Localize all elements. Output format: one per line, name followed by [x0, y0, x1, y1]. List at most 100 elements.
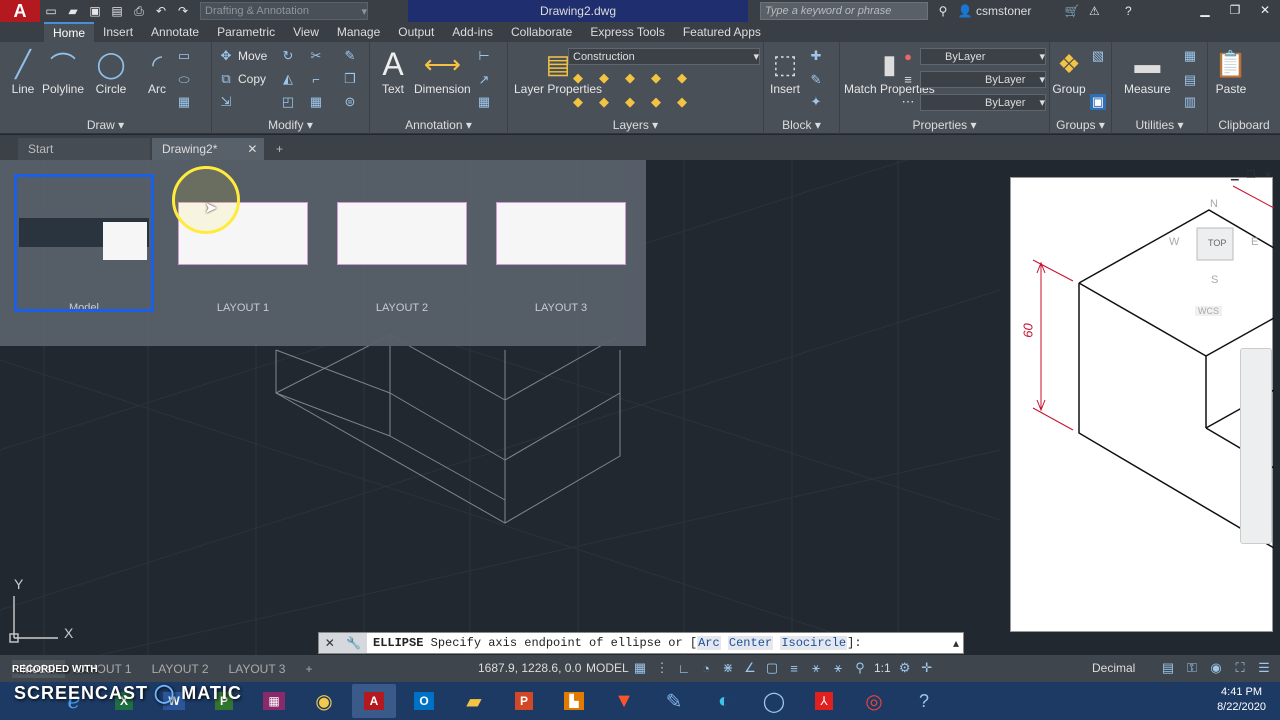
new-file-icon[interactable]: ▭ — [42, 3, 60, 19]
layer-match-icon[interactable]: ◆ — [674, 70, 690, 86]
option-center[interactable]: Center — [727, 636, 774, 650]
save-icon[interactable]: ▣ — [86, 3, 104, 19]
thumb-layout2[interactable]: LAYOUT 2 — [334, 176, 470, 314]
tab-start[interactable]: Start — [18, 138, 150, 160]
command-history-icon[interactable]: ▴ — [953, 636, 963, 650]
annotation-visibility-icon[interactable]: ⚹ — [808, 658, 824, 678]
annotation-scale-value[interactable]: 1:1 — [874, 658, 891, 678]
command-line[interactable]: ✕ 🔧 ELLIPSE Specify axis endpoint of elli… — [318, 632, 964, 654]
thumb-layout3[interactable]: LAYOUT 3 — [493, 176, 629, 314]
wrench-icon[interactable]: 🔧 — [346, 636, 361, 650]
taskbar-autocad-icon[interactable]: A — [352, 684, 396, 718]
tab-drawing2[interactable]: Drawing2* ✕ — [152, 138, 264, 160]
layer-unlock-icon[interactable]: ◆ — [622, 94, 638, 110]
scale-button[interactable]: ◰ — [280, 94, 296, 110]
layer-thaw-icon[interactable]: ◆ — [596, 94, 612, 110]
minimize-icon[interactable]: ▁ — [1231, 170, 1239, 181]
isolate-objects-icon[interactable]: ◉ — [1208, 658, 1224, 678]
lineweight-select[interactable]: ByLayer ▾ — [920, 71, 1046, 88]
tab-insert[interactable]: Insert — [94, 22, 142, 42]
color-select[interactable]: ByLayer ▾ — [920, 48, 1046, 65]
snap-icon[interactable]: ⋮ — [654, 658, 670, 678]
taskbar-acrobat-icon[interactable]: ⅄ — [802, 684, 846, 718]
redo-icon[interactable]: ↷ — [174, 3, 192, 19]
units-select[interactable]: Decimal — [1092, 661, 1135, 675]
calc-button[interactable]: ▦ — [1182, 48, 1198, 64]
stretch-button[interactable]: ⇲ — [218, 94, 234, 110]
tab-home[interactable]: Home — [44, 22, 95, 42]
array-button[interactable]: ▦ — [308, 94, 324, 110]
taskbar-explorer-icon[interactable]: ▰ — [452, 684, 496, 718]
layout-viewport[interactable]: TOP N S W E WCS 60 ▁ ❐ ✕ — [1010, 170, 1275, 632]
close-icon[interactable]: ✕ — [247, 138, 257, 160]
layer-uniso-icon[interactable]: ◆ — [648, 94, 664, 110]
tab-featured-apps[interactable]: Featured Apps — [674, 22, 770, 42]
taskbar-clock[interactable]: 4:41 PM 8/22/2020 — [1217, 685, 1266, 715]
autoscale-icon[interactable]: ⚹ — [830, 658, 846, 678]
edit-block-button[interactable]: ✎ — [808, 72, 824, 88]
polyline-button[interactable]: ⌒ Polyline — [42, 46, 84, 97]
restore-icon[interactable]: ❐ — [1220, 0, 1250, 20]
navigation-bar[interactable] — [1240, 348, 1272, 544]
polar-icon[interactable]: ◔ — [698, 658, 714, 678]
offset-button[interactable]: ⊜ — [342, 94, 358, 110]
calculator-button[interactable]: ▥ — [1182, 94, 1198, 110]
autocad-logo-button[interactable]: A — [0, 0, 40, 22]
hatch-button[interactable]: ▦ — [176, 94, 192, 110]
help-icon[interactable]: ? — [1119, 3, 1137, 19]
tab-manage[interactable]: Manage — [328, 22, 389, 42]
tab-annotate[interactable]: Annotate — [142, 22, 208, 42]
taskbar-outlook-icon[interactable]: O — [402, 684, 446, 718]
table-button[interactable]: ▦ — [476, 94, 492, 110]
grid-icon[interactable]: ▦ — [632, 658, 648, 678]
explode-button[interactable]: ❒ — [342, 71, 358, 87]
customize-icon[interactable]: ☰ — [1256, 658, 1272, 678]
taskbar-media-icon[interactable]: ◉ — [302, 684, 346, 718]
move-button[interactable]: ✥ Move — [218, 48, 268, 64]
layer-select[interactable]: Construction ▾ — [568, 48, 760, 65]
erase-button[interactable]: ✎ — [342, 48, 358, 64]
leader-button[interactable]: ↗ — [476, 72, 492, 88]
copy-button[interactable]: ⧉ Copy — [218, 71, 266, 87]
taskbar-powerpoint-icon[interactable]: P — [502, 684, 546, 718]
annotation-panel-title[interactable]: Annotation ▾ — [370, 118, 507, 132]
taskbar-brave-icon[interactable]: ▼ — [602, 684, 646, 718]
taskbar-help-icon[interactable]: ? — [902, 684, 946, 718]
plus-icon[interactable]: ✛ — [919, 658, 935, 678]
layer-lock-icon[interactable]: ◆ — [622, 70, 638, 86]
close-icon[interactable]: ✕ — [1264, 170, 1272, 181]
osnap-tracking-icon[interactable]: ∠ — [742, 658, 758, 678]
properties-panel-title[interactable]: Properties ▾ — [840, 118, 1049, 132]
attribute-button[interactable]: ✦ — [808, 94, 824, 110]
minimize-icon[interactable]: ▁ — [1190, 0, 1220, 20]
dimension-button[interactable]: ⟷ Dimension — [414, 46, 471, 97]
arc-button[interactable]: ◜ Arc — [140, 46, 174, 97]
search-input[interactable]: Type a keyword or phrase — [760, 2, 928, 20]
user-name[interactable]: csmstoner — [976, 4, 1031, 18]
tab-view[interactable]: View — [284, 22, 328, 42]
mirror-button[interactable]: ◭ — [280, 71, 296, 87]
ellipse-button[interactable]: ⬭ — [176, 72, 192, 88]
tab-express-tools[interactable]: Express Tools — [581, 22, 673, 42]
paste-button[interactable]: 📋 Paste — [1214, 46, 1248, 97]
exchange-icon[interactable]: ⚠ — [1085, 3, 1103, 19]
quick-select-button[interactable]: ▤ — [1182, 72, 1198, 88]
fillet-button[interactable]: ⌐ — [308, 71, 324, 87]
group-select-button[interactable]: ▣ — [1090, 94, 1106, 110]
fullscreen-icon[interactable]: ⛶ — [1232, 658, 1248, 678]
create-block-button[interactable]: ✚ — [808, 48, 824, 64]
tab-parametric[interactable]: Parametric — [208, 22, 284, 42]
close-icon[interactable]: ✕ — [1250, 0, 1280, 20]
layer-iso-icon[interactable]: ◆ — [648, 70, 664, 86]
line-button[interactable]: ╱ Line — [6, 46, 40, 97]
linetype-select[interactable]: ByLayer ▾ — [920, 94, 1046, 111]
draw-panel-title[interactable]: Draw ▾ — [0, 118, 211, 132]
save-as-icon[interactable]: ▤ — [108, 3, 126, 19]
trim-button[interactable]: ✂ — [308, 48, 324, 64]
circle-button[interactable]: ◯ Circle — [94, 46, 128, 97]
ortho-icon[interactable]: ∟ — [676, 658, 692, 678]
open-folder-icon[interactable]: ▰ — [64, 3, 82, 19]
block-panel-title[interactable]: Block ▾ — [764, 118, 839, 132]
taskbar-app-icon[interactable]: ▙ — [552, 684, 596, 718]
lineweight-toggle-icon[interactable]: ≡ — [786, 658, 802, 678]
